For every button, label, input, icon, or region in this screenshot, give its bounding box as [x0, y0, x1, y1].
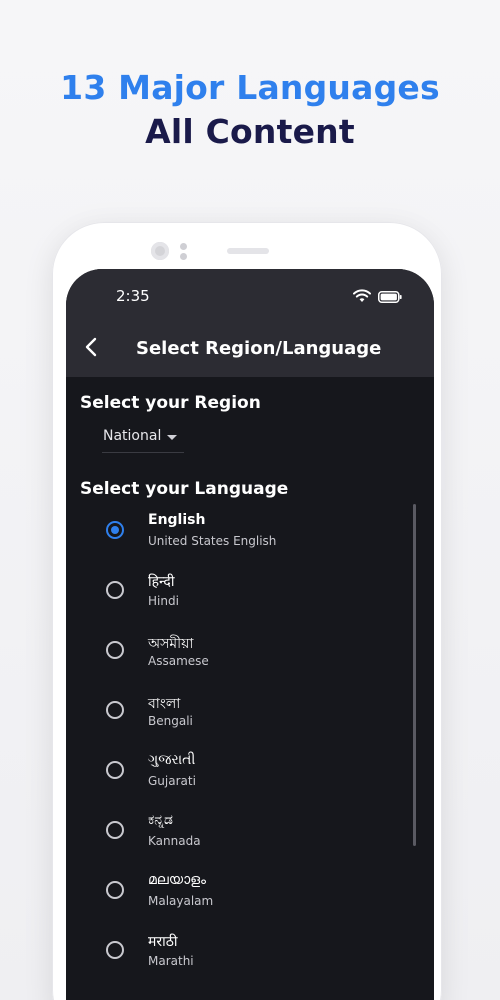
language-option-kannada[interactable]: ಕನ್ನಡ Kannada	[66, 809, 406, 865]
front-camera	[151, 242, 169, 260]
language-native-name: English	[148, 512, 206, 528]
language-english-name: Bengali	[148, 714, 193, 728]
language-english-name: Marathi	[148, 954, 194, 968]
language-option-gujarati[interactable]: ગુજરાતી Gujarati	[66, 749, 406, 805]
headline-line-1: 13 Major Languages	[60, 68, 440, 107]
language-english-name: United States English	[148, 534, 277, 548]
wifi-icon	[353, 289, 371, 302]
scrollbar[interactable]	[413, 504, 416, 846]
back-chevron-icon[interactable]	[80, 335, 104, 359]
phone-screen: 2:35 Select Region/Language Select your …	[66, 269, 434, 1000]
region-dropdown[interactable]: National	[102, 426, 184, 453]
language-option-malayalam[interactable]: മലയാളം Malayalam	[66, 869, 406, 925]
sensor-dots	[180, 243, 188, 263]
phone-speaker	[227, 248, 269, 254]
region-heading: Select your Region	[80, 393, 261, 413]
caret-down-icon	[167, 435, 177, 440]
promo-page: 13 Major Languages All Content 2:35 Sele…	[0, 0, 500, 1000]
language-option-assamese[interactable]: অসমীয়া Assamese	[66, 629, 406, 685]
language-native-name: বাংলা	[148, 696, 181, 712]
radio-unselected-icon[interactable]	[106, 581, 124, 599]
language-english-name: Hindi	[148, 594, 179, 608]
language-native-name: मराठी	[148, 934, 178, 950]
language-heading: Select your Language	[80, 479, 289, 499]
status-time: 2:35	[116, 287, 150, 305]
language-english-name: Malayalam	[148, 894, 214, 908]
language-option-english[interactable]: English United States English	[66, 509, 406, 565]
app-bar: 2:35 Select Region/Language	[66, 269, 434, 377]
headline-line-2: All Content	[145, 112, 355, 151]
radio-unselected-icon[interactable]	[106, 641, 124, 659]
language-english-name: Assamese	[148, 654, 209, 668]
language-native-name: ಕನ್ನಡ	[148, 812, 173, 828]
radio-unselected-icon[interactable]	[106, 821, 124, 839]
language-native-name: മലയാളം	[148, 872, 207, 888]
radio-unselected-icon[interactable]	[106, 881, 124, 899]
radio-unselected-icon[interactable]	[106, 941, 124, 959]
promo-headline: 13 Major Languages All Content	[0, 66, 500, 154]
language-option-bengali[interactable]: বাংলা Bengali	[66, 689, 406, 745]
battery-icon	[378, 291, 402, 303]
radio-unselected-icon[interactable]	[106, 761, 124, 779]
language-native-name: অসমীয়া	[148, 636, 194, 652]
language-english-name: Gujarati	[148, 774, 196, 788]
language-option-hindi[interactable]: हिन्दी Hindi	[66, 569, 406, 625]
radio-selected-icon[interactable]	[106, 521, 124, 539]
region-dropdown-value: National	[103, 428, 162, 444]
radio-unselected-icon[interactable]	[106, 701, 124, 719]
language-option-marathi[interactable]: मराठी Marathi	[66, 929, 406, 985]
phone-side-button	[441, 430, 445, 490]
page-title: Select Region/Language	[136, 338, 382, 359]
language-native-name: हिन्दी	[148, 574, 175, 590]
language-english-name: Kannada	[148, 834, 201, 848]
language-native-name: ગુજરાતી	[148, 752, 196, 768]
